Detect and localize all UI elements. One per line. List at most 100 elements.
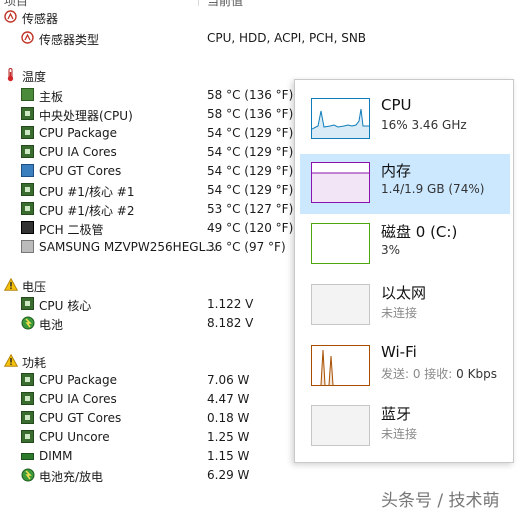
- motherboard-icon: [21, 88, 34, 101]
- temp-row-ssd[interactable]: SAMSUNG MZVPW256HEGL... 36 °C (97 °F): [0, 238, 300, 257]
- voltage-row-battery[interactable]: 电池 8.182 V: [0, 314, 300, 333]
- perf-subtitle: 未连接: [381, 306, 418, 320]
- item-value: 1.25 W: [207, 430, 250, 444]
- warning-icon: [3, 277, 19, 291]
- perf-subtitle-prefix: 发送: 0 接收:: [381, 367, 457, 381]
- item-value: 1.15 W: [207, 449, 250, 463]
- item-label: CPU GT Cores: [39, 411, 122, 425]
- item-label: 电池: [39, 318, 64, 332]
- power-row-dimm[interactable]: DIMM 1.15 W: [0, 447, 300, 466]
- item-label: 传感器类型: [39, 33, 100, 47]
- chip-icon: [21, 107, 34, 120]
- perf-item-ethernet[interactable]: 以太网 未连接: [300, 276, 510, 336]
- column-header: 项目 当前值: [0, 0, 300, 8]
- item-value: 58 °C (136 °F): [207, 88, 294, 102]
- sensor-icon: [21, 31, 34, 44]
- category-label: 电压: [22, 280, 47, 294]
- item-label: CPU #1/核心 #2: [39, 204, 135, 218]
- chip-icon: [21, 392, 34, 405]
- thermometer-icon: [4, 68, 17, 82]
- perf-item-memory[interactable]: 内存 1.4/1.9 GB (74%): [300, 154, 510, 214]
- power-row-cpu-gt-cores[interactable]: CPU GT Cores 0.18 W: [0, 409, 300, 428]
- category-voltage[interactable]: 电压: [0, 276, 300, 295]
- item-value: CPU, HDD, ACPI, PCH, SNB: [207, 31, 367, 45]
- item-label: 电池充/放电: [39, 470, 104, 484]
- warning-icon: [3, 353, 19, 367]
- category-temperature[interactable]: 温度: [0, 66, 300, 85]
- bluetooth-graph-thumbnail: [311, 405, 370, 446]
- item-value: 53 °C (127 °F): [207, 202, 294, 216]
- perf-item-cpu[interactable]: CPU 16% 3.46 GHz: [300, 90, 510, 150]
- battery-icon: [21, 316, 35, 330]
- item-label: 中央处理器(CPU): [39, 109, 133, 123]
- item-label: CPU Package: [39, 126, 117, 140]
- disk-graph-thumbnail: [311, 223, 370, 264]
- temp-row-core-2[interactable]: CPU #1/核心 #2 53 °C (127 °F): [0, 200, 300, 219]
- temp-row-cpu[interactable]: 中央处理器(CPU) 58 °C (136 °F): [0, 105, 300, 124]
- chip-icon: [21, 145, 34, 158]
- perf-subtitle: 未连接: [381, 427, 418, 441]
- temp-row-cpu-ia-cores[interactable]: CPU IA Cores 54 °C (129 °F): [0, 143, 300, 162]
- item-label: CPU GT Cores: [39, 164, 122, 178]
- category-power[interactable]: 功耗: [0, 352, 300, 371]
- perf-subtitle-value: 0 Kbps: [456, 367, 497, 381]
- chip-icon: [21, 373, 34, 386]
- item-value: 58 °C (136 °F): [207, 107, 294, 121]
- item-value: 49 °C (120 °F): [207, 221, 294, 235]
- memory-module-icon: [21, 453, 34, 460]
- sensor-type-row[interactable]: 传感器类型 CPU, HDD, ACPI, PCH, SNB: [0, 29, 366, 48]
- item-value: 36 °C (97 °F): [207, 240, 286, 254]
- perf-subtitle: 3%: [381, 243, 401, 257]
- temp-row-core-1[interactable]: CPU #1/核心 #1 54 °C (129 °F): [0, 181, 300, 200]
- perf-title: Wi-Fi: [381, 343, 417, 361]
- temp-row-cpu-gt-cores[interactable]: CPU GT Cores 54 °C (129 °F): [0, 162, 300, 181]
- category-label: 温度: [22, 70, 47, 84]
- item-value: 8.182 V: [207, 316, 254, 330]
- item-value: 7.06 W: [207, 373, 250, 387]
- chip-icon: [21, 297, 34, 310]
- item-value: 6.29 W: [207, 468, 250, 482]
- item-label: CPU IA Cores: [39, 145, 117, 159]
- chip-icon: [21, 202, 34, 215]
- item-value: 54 °C (129 °F): [207, 145, 294, 159]
- cpu-graph-thumbnail: [311, 98, 370, 139]
- item-label: DIMM: [39, 449, 73, 463]
- category-label: 传感器: [22, 12, 59, 26]
- perf-title: 以太网: [381, 284, 427, 302]
- power-row-battery[interactable]: 电池充/放电 6.29 W: [0, 466, 300, 485]
- item-label: CPU IA Cores: [39, 392, 117, 406]
- perf-item-disk[interactable]: 磁盘 0 (C:) 3%: [300, 215, 510, 275]
- item-value: 4.47 W: [207, 392, 250, 406]
- temp-row-mainboard[interactable]: 主板 58 °C (136 °F): [0, 86, 300, 105]
- task-manager-performance-panel: CPU 16% 3.46 GHz 内存 1.4/1.9 GB (74%) 磁盘 …: [294, 79, 514, 463]
- chip-icon: [21, 411, 34, 424]
- voltage-row-cpu-core[interactable]: CPU 核心 1.122 V: [0, 295, 300, 314]
- pch-chip-icon: [21, 221, 34, 234]
- column-divider[interactable]: [198, 0, 199, 6]
- item-label: CPU 核心: [39, 299, 92, 313]
- watermark: 头条号 / 技术萌: [381, 491, 500, 511]
- item-label: 主板: [39, 90, 64, 104]
- item-value: 54 °C (129 °F): [207, 164, 294, 178]
- perf-title: 内存: [381, 162, 412, 180]
- wifi-graph-thumbnail: [311, 345, 370, 386]
- drive-icon: [21, 240, 34, 253]
- item-value: 54 °C (129 °F): [207, 126, 294, 140]
- power-row-cpu-uncore[interactable]: CPU Uncore 1.25 W: [0, 428, 300, 447]
- power-row-cpu-package[interactable]: CPU Package 7.06 W: [0, 371, 300, 390]
- temp-row-cpu-package[interactable]: CPU Package 54 °C (129 °F): [0, 124, 300, 143]
- perf-subtitle: 1.4/1.9 GB (74%): [381, 182, 485, 196]
- perf-title: 磁盘 0 (C:): [381, 223, 458, 241]
- sensor-icon: [4, 10, 17, 23]
- item-label: CPU Uncore: [39, 430, 110, 444]
- temp-row-pch[interactable]: PCH 二极管 49 °C (120 °F): [0, 219, 300, 238]
- item-label: CPU #1/核心 #1: [39, 185, 135, 199]
- perf-subtitle: 发送: 0 接收: 0 Kbps: [381, 365, 497, 382]
- item-label: SAMSUNG MZVPW256HEGL...: [39, 240, 217, 254]
- category-sensor[interactable]: 传感器: [0, 8, 300, 27]
- perf-item-bluetooth[interactable]: 蓝牙 未连接: [300, 397, 510, 457]
- power-row-cpu-ia-cores[interactable]: CPU IA Cores 4.47 W: [0, 390, 300, 409]
- perf-title: 蓝牙: [381, 405, 412, 423]
- memory-graph-thumbnail: [311, 162, 370, 203]
- perf-item-wifi[interactable]: Wi-Fi 发送: 0 接收: 0 Kbps: [300, 337, 510, 397]
